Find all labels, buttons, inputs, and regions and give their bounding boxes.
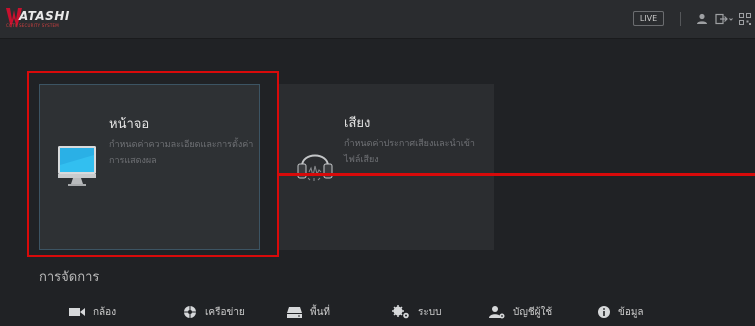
network-icon [184, 306, 196, 318]
nav-network[interactable]: เครือข่าย [183, 303, 245, 321]
audio-card-title: เสียง [344, 116, 371, 131]
camera-icon [69, 308, 85, 316]
headphones-icon [297, 154, 333, 181]
logo-tagline: CCTV SECURITY SYSTEM [6, 23, 59, 28]
nav-network-label: เครือข่าย [205, 306, 245, 318]
nav-storage-label: พื้นที่ [310, 306, 331, 318]
monitor-icon [58, 146, 96, 186]
management-section-title: การจัดการ [39, 270, 100, 285]
display-card-description: กำหนดค่าความละเอียดและการตั้งค่าการแสดงผ… [109, 140, 254, 166]
logo-text: ATASHI [19, 9, 70, 23]
nav-system[interactable]: ระบบ [392, 303, 441, 321]
nav-camera[interactable]: กล้อง [69, 303, 116, 321]
display-card-title: หน้าจอ [109, 117, 150, 132]
nav-system-label: ระบบ [418, 306, 442, 318]
nav-user-account-label: บัญชีผู้ใช้ [513, 306, 553, 318]
logout-icon[interactable] [714, 12, 734, 26]
user-account-icon [489, 306, 505, 319]
nav-info[interactable]: ข้อมูล [598, 303, 644, 321]
brand-logo: ATASHI CCTV SECURITY SYSTEM [6, 6, 69, 32]
nav-info-label: ข้อมูล [618, 306, 644, 318]
system-gears-icon [392, 305, 409, 319]
nav-camera-label: กล้อง [93, 306, 117, 318]
storage-icon [287, 307, 302, 318]
header-divider [680, 12, 681, 26]
audio-settings-card[interactable]: เสียง กำหนดค่าประกาศเสียงและนำเข้าไฟล์เส… [279, 84, 494, 250]
top-bar: ATASHI CCTV SECURITY SYSTEM LIVE [0, 0, 755, 39]
display-settings-card[interactable]: หน้าจอ กำหนดค่าความละเอียดและการตั้งค่าก… [39, 84, 260, 250]
info-icon [598, 306, 610, 318]
qr-menu-icon[interactable] [738, 12, 752, 26]
nav-storage[interactable]: พื้นที่ [287, 303, 330, 321]
audio-card-description: กำหนดค่าประกาศเสียงและนำเข้าไฟล์เสียง [344, 139, 475, 165]
live-button[interactable]: LIVE [633, 11, 664, 26]
user-icon[interactable] [695, 12, 709, 26]
nav-user-account[interactable]: บัญชีผู้ใช้ [489, 303, 552, 321]
